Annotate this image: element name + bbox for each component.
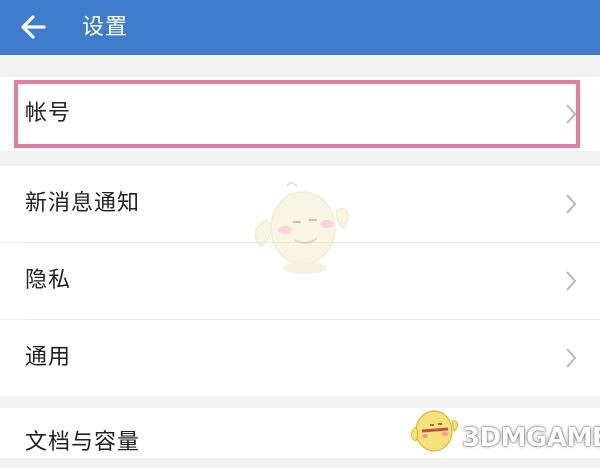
chevron-right-icon (566, 194, 577, 214)
arrow-left-icon (21, 15, 46, 39)
settings-item-general-label: 通用 (25, 345, 72, 370)
page-title: 设置 (82, 15, 129, 40)
settings-item-general[interactable]: 通用 (0, 320, 600, 396)
app-bar: 设置 (0, 0, 600, 55)
watermark-text: 3DMGAME (462, 423, 600, 453)
back-button[interactable] (10, 4, 56, 50)
settings-item-account[interactable]: 帐号 (0, 77, 600, 151)
mascot-logo (411, 410, 459, 452)
settings-item-new-message-notification-label: 新消息通知 (25, 191, 141, 216)
chevron-right-icon (566, 348, 577, 368)
settings-item-privacy-label: 隐私 (25, 268, 72, 293)
chevron-right-icon (566, 271, 577, 291)
settings-item-account-label: 帐号 (25, 101, 72, 126)
chevron-right-icon (566, 104, 577, 124)
settings-item-docs-and-storage-label: 文档与容量 (25, 430, 141, 455)
mascot-watermark (254, 182, 349, 274)
